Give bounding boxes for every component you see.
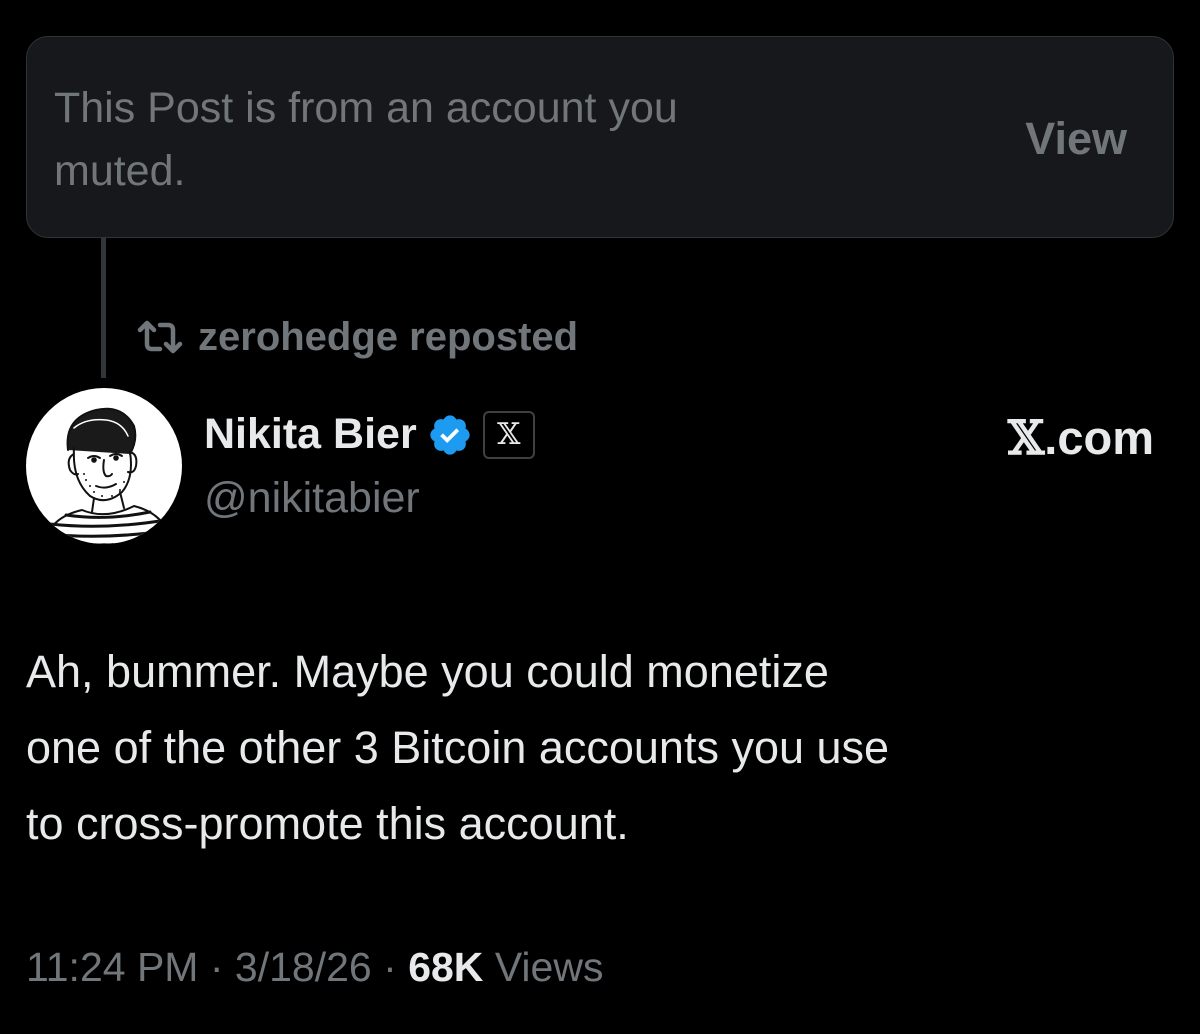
muted-post-card: This Post is from an account you muted. …	[26, 36, 1174, 238]
x-logo-icon: 𝕏	[1007, 411, 1045, 466]
author-handle[interactable]: @nikitabier	[204, 474, 420, 523]
source-label: 𝕏.com	[1008, 410, 1154, 466]
meta-separator: ·	[383, 944, 397, 990]
source-domain: .com	[1044, 411, 1154, 464]
views-label: Views	[494, 944, 604, 990]
view-button[interactable]: View	[1025, 113, 1127, 165]
author-display-name[interactable]: Nikita Bier	[204, 410, 417, 459]
affiliate-badge-icon[interactable]: 𝕏	[482, 410, 535, 459]
verified-badge-icon	[427, 412, 473, 458]
avatar[interactable]	[26, 388, 182, 544]
tweet-date[interactable]: 3/18/26	[235, 944, 372, 990]
repost-indicator[interactable]: zerohedge reposted	[136, 312, 578, 362]
muted-notice-line-1: This Post is from an account you	[54, 84, 678, 132]
tweet-text-line-2: one of the other 3 Bitcoin accounts you …	[26, 722, 890, 773]
views-count: 68K	[408, 944, 484, 990]
tweet-meta-row: 11:24 PM · 3/18/26 · 68K Views	[26, 944, 603, 991]
tweet-time[interactable]: 11:24 PM	[26, 944, 198, 990]
meta-separator: ·	[209, 944, 224, 990]
repost-label: zerohedge reposted	[198, 314, 579, 359]
muted-notice-text: This Post is from an account you muted.	[54, 77, 874, 203]
tweet-text: Ah, bummer. Maybe you could monetize one…	[26, 634, 1176, 862]
author-name-row[interactable]: Nikita Bier 𝕏	[204, 410, 535, 459]
tweet-text-line-1: Ah, bummer. Maybe you could monetize	[26, 646, 829, 697]
thread-connector-line	[101, 238, 106, 378]
muted-notice-line-2: muted.	[54, 147, 186, 195]
tweet-text-line-3: to cross-promote this account.	[26, 798, 629, 849]
repost-icon	[136, 320, 184, 354]
